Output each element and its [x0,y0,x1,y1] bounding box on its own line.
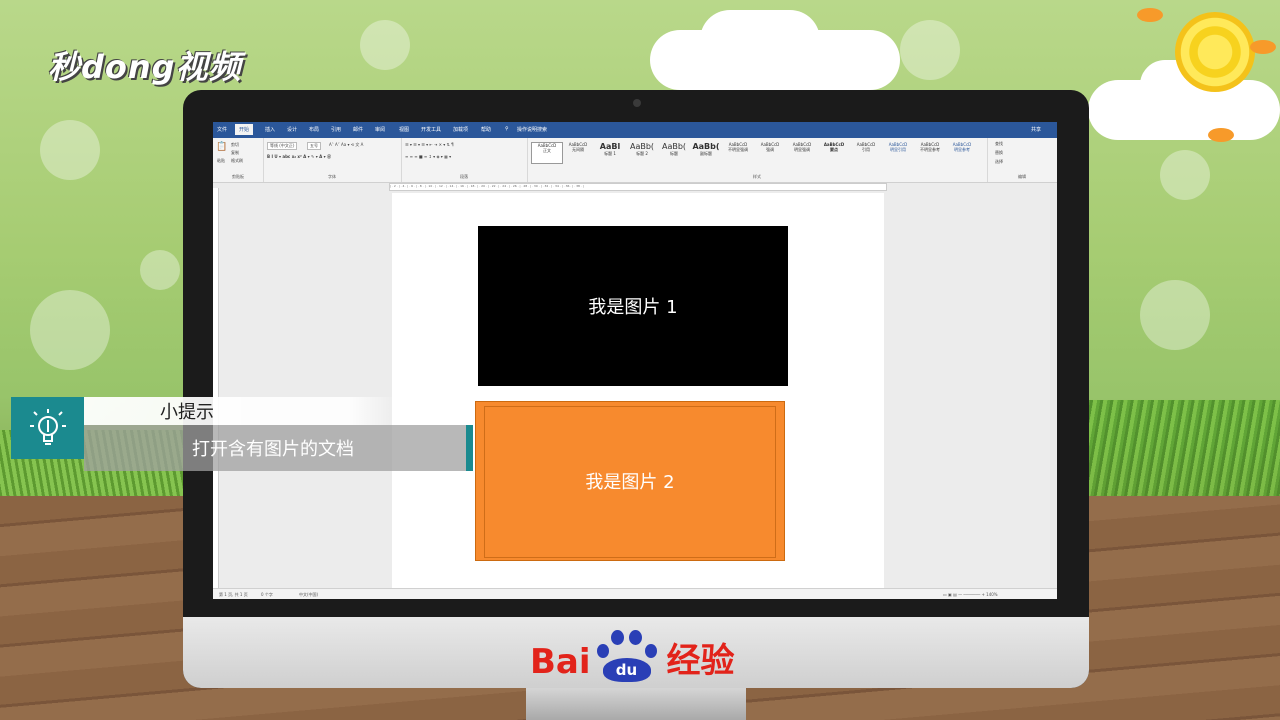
baidu-jingyan-logo: Bai du 经验 [530,630,735,682]
ribbon: 📋 粘贴 剪切 复制 格式刷 剪贴板 等线 (中文正) 五号 A˄ A˅ Aa … [213,138,1057,183]
format-buttons[interactable]: B I U ▾ abc x₂ x² A ▾ ✎ ▾ A ▾ Ⓐ [267,154,331,160]
document-page[interactable]: 我是图片 1 我是图片 2 [392,193,884,599]
tab-view[interactable]: 视图 [399,126,409,133]
font-group: 等线 (中文正) 五号 A˄ A˅ Aa ▾ ⟲ 文 A B I U ▾ abc… [263,138,402,182]
style-normal[interactable]: AaBbCcD 正文 [531,142,563,164]
tip-title-bar [84,397,396,425]
tab-layout[interactable]: 布局 [309,126,319,133]
image-2[interactable]: 我是图片 2 [475,401,785,561]
tab-mailings[interactable]: 邮件 [353,126,363,133]
style-strong[interactable]: AaBbCcD 要点 [819,142,849,162]
font-label: 字体 [328,174,336,179]
tab-file[interactable]: 文件 [217,126,227,133]
baidu-logo-text-right: 经验 [666,641,735,681]
style-subtitle[interactable]: AaBb(副标题 [691,142,721,162]
tab-home[interactable]: 开始 [235,124,254,135]
style-intense-emphasis[interactable]: AaBbCcD 明显强调 [787,142,817,162]
baidu-logo-du: du [602,658,651,682]
tab-design[interactable]: 设计 [287,126,297,133]
style-intense-quote[interactable]: AaBbCcD 明显引用 [883,142,913,162]
status-bar: 第 1 页, 共 1 页 0 个字 中文(中国) ▭ ▣ ▤ — ───────… [213,588,1057,599]
style-quote[interactable]: AaBbCcD 引用 [851,142,881,162]
style-subtle-emphasis[interactable]: AaBbCcD 不明显强调 [723,142,753,162]
image-1[interactable]: 我是图片 1 [478,226,788,386]
watermark-logo: 秒dong视频 [48,48,242,86]
share-button[interactable]: 共享 [1031,126,1041,133]
clipboard-label: 剪贴板 [232,174,244,179]
editing-label: 编辑 [1018,174,1026,179]
clipboard-group: 📋 粘贴 剪切 复制 格式刷 剪贴板 [213,138,264,182]
style-intense-reference[interactable]: AaBbCcD 明显参考 [947,142,977,162]
page-count[interactable]: 第 1 页, 共 1 页 [219,592,248,598]
paste-icon[interactable]: 📋 [216,142,227,152]
tip-accent [466,425,473,471]
tab-help[interactable]: 帮助 [481,126,491,133]
editing-group: 查找 替换 选择 编辑 [987,138,1057,182]
tell-me-search[interactable]: 操作说明搜索 [517,126,547,133]
sun-icon [1175,12,1255,92]
word-count[interactable]: 0 个字 [261,592,273,598]
grass [1080,400,1280,500]
cut-button[interactable]: 剪切 [231,142,239,148]
monitor-stand [526,688,746,720]
lightbulb-icon [11,397,84,459]
tab-insert[interactable]: 插入 [265,126,275,133]
horizontal-ruler[interactable]: | · 2 · | · 4 · | · 6 · | · 8 · | · 10 ·… [389,183,887,191]
language-indicator[interactable]: 中文(中国) [299,592,318,598]
lightbulb-icon: ⚲ [505,126,509,132]
camera-icon [633,99,641,107]
view-buttons[interactable]: ▭ ▣ ▤ — ─────── + 140% [943,592,998,597]
tab-addins[interactable]: 加载项 [453,126,468,133]
style-heading-2[interactable]: AaBb(标题 2 [627,142,657,162]
paragraph-label: 段落 [460,174,468,179]
list-buttons[interactable]: ☰ ▾ ☰ ▾ ☰ ▾ ⇤ ⇥ ✕ ▾ ⇅ ¶ [405,142,454,147]
font-size-buttons[interactable]: A˄ A˅ Aa ▾ ⟲ 文 A [329,142,363,148]
baidu-logo-text-left: Bai [530,642,591,682]
style-title[interactable]: AaBb(标题 [659,142,689,162]
paragraph-group: ☰ ▾ ☰ ▾ ☰ ▾ ⇤ ⇥ ✕ ▾ ⇅ ¶ ≡ ≡ ≡ ■ ≡ ↕ ▾ ◈ … [401,138,528,182]
find-button[interactable]: 查找 [995,141,1003,147]
word-window: 文件 开始 插入 设计 布局 引用 邮件 审阅 视图 开发工具 加载项 帮助 ⚲… [213,122,1057,599]
tip-body: 打开含有图片的文档 [192,439,354,460]
tab-developer[interactable]: 开发工具 [421,126,441,133]
paste-button[interactable]: 粘贴 [217,158,225,164]
select-button[interactable]: 选择 [995,159,1003,165]
tip-title: 小提示 [160,402,214,423]
align-buttons[interactable]: ≡ ≡ ≡ ■ ≡ ↕ ▾ ◈ ▾ ▦ ▾ [405,154,451,159]
font-size-select[interactable]: 五号 [307,142,321,150]
ribbon-tabs: 文件 开始 插入 设计 布局 引用 邮件 审阅 视图 开发工具 加载项 帮助 ⚲… [213,122,1057,138]
replace-button[interactable]: 替换 [995,150,1003,156]
tab-review[interactable]: 审阅 [375,126,385,133]
style-emphasis[interactable]: AaBbCcD 强调 [755,142,785,162]
copy-button[interactable]: 复制 [231,150,239,156]
vertical-ruler[interactable] [213,188,219,588]
styles-group: AaBbCcD 正文 AaBbCcD 无间隔 AaBl 标题 1 AaBb(标题 2 … [527,138,988,182]
paw-icon: du [593,630,661,682]
tab-references[interactable]: 引用 [331,126,341,133]
format-painter-button[interactable]: 格式刷 [231,158,243,164]
styles-label: 样式 [753,174,761,179]
style-heading-1[interactable]: AaBl 标题 1 [595,142,625,162]
style-no-spacing[interactable]: AaBbCcD 无间隔 [563,142,593,162]
font-name-select[interactable]: 等线 (中文正) [267,142,298,150]
style-subtle-reference[interactable]: AaBbCcD 不明显参考 [915,142,945,162]
